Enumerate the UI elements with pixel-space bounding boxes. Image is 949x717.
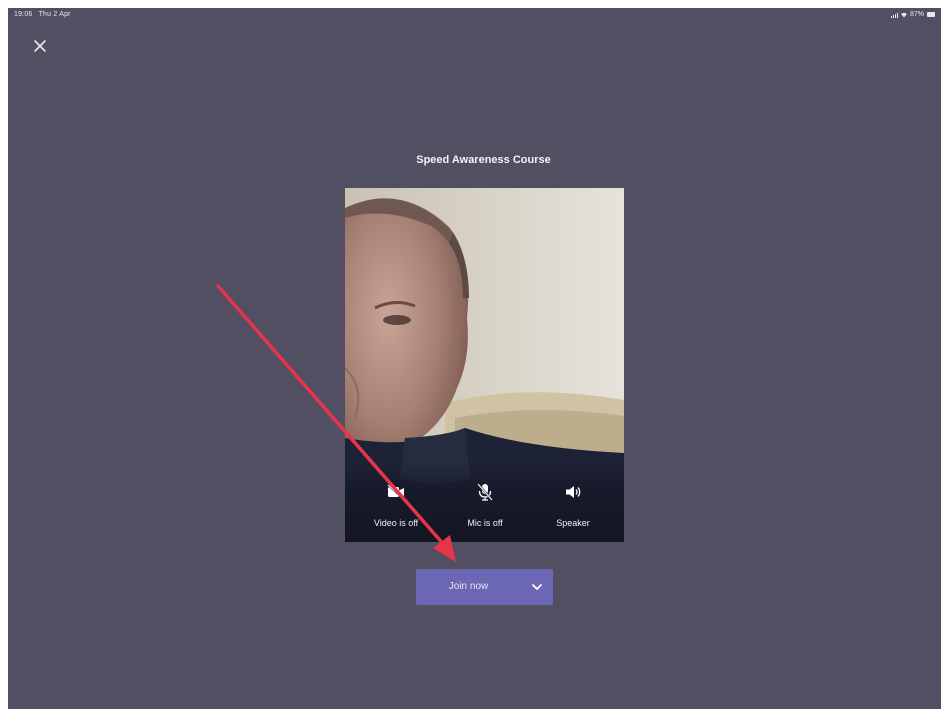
battery-percent: 87% (909, 11, 924, 18)
status-bar-left: 19:06 Thu 2 Apr (14, 11, 75, 18)
video-toggle-button[interactable]: Video is off (351, 462, 441, 542)
close-icon (34, 40, 46, 52)
status-date: Thu 2 Apr (38, 11, 71, 18)
video-status-label: Video is off (373, 518, 419, 528)
meeting-title: Speed Awareness Course (416, 154, 551, 166)
teams-pre-join-screen: 19:06 Thu 2 Apr 87% Speed Awareness Cour… (8, 8, 941, 709)
speaker-icon (566, 486, 581, 498)
device-controls: Video is off Mic is off Speaker (345, 462, 624, 542)
mic-toggle-button[interactable]: Mic is off (440, 462, 530, 542)
video-off-icon (387, 484, 405, 500)
speaker-label: Speaker (556, 518, 590, 528)
join-button-group: Join now (416, 569, 553, 605)
status-bar-right: 87% (890, 11, 935, 18)
close-button[interactable] (30, 36, 50, 56)
wifi-icon (900, 12, 907, 18)
chevron-down-icon (532, 584, 542, 590)
join-options-dropdown[interactable] (521, 569, 553, 605)
speaker-button[interactable]: Speaker (528, 462, 618, 542)
mic-status-label: Mic is off (467, 518, 503, 528)
join-now-button[interactable]: Join now (416, 569, 521, 605)
battery-icon (927, 12, 935, 17)
status-time: 19:06 (14, 11, 33, 18)
camera-preview: Video is off Mic is off Speaker (345, 188, 624, 542)
signal-icon (890, 12, 898, 18)
mic-off-icon (477, 483, 493, 501)
